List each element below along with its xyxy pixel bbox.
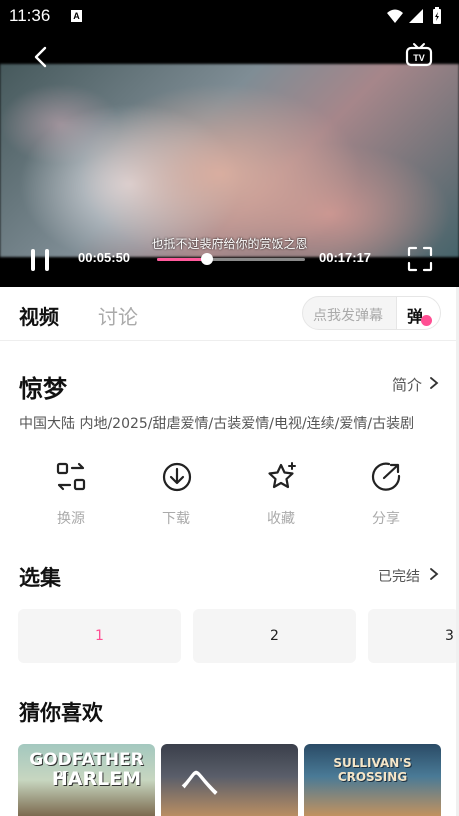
status-bar: 11:36 A (0, 0, 459, 34)
video-subtitle: 也抵不过裴府给你的赏饭之恩 (151, 237, 308, 251)
tab-bar: 视频 讨论 点我发弹幕 弹 (0, 287, 459, 341)
recommend-poster[interactable]: GODFATHER OF HARLEM (18, 744, 155, 816)
pause-icon[interactable] (26, 247, 54, 273)
share-icon (371, 462, 401, 491)
episode-item[interactable]: 1 (18, 609, 181, 663)
tv-cast-icon[interactable]: TV (404, 42, 434, 70)
download-button[interactable]: 下载 (141, 458, 211, 528)
video-player[interactable]: TV 也抵不过裴府给你的赏饭之恩 00:05:50 00:17:17 (0, 34, 459, 287)
intro-link[interactable]: 简介 (392, 374, 422, 395)
episode-item[interactable]: 2 (193, 609, 356, 663)
video-frame[interactable] (0, 64, 459, 257)
danmu-input[interactable]: 点我发弹幕 (313, 305, 383, 325)
wifi-icon (387, 9, 403, 23)
poster-title-line: SULLIVAN'S CROSSING (333, 756, 412, 784)
episode-item[interactable]: 3 (368, 609, 459, 663)
chevron-right-icon[interactable] (428, 376, 440, 390)
progress-fill (157, 258, 207, 261)
tab-video[interactable]: 视频 (19, 301, 59, 330)
back-icon[interactable] (28, 44, 54, 70)
action-label: 下载 (162, 511, 190, 527)
tab-discussion[interactable]: 讨论 (98, 301, 138, 330)
download-icon (162, 462, 192, 492)
status-time: 11:36 (9, 6, 51, 25)
action-label: 换源 (57, 511, 85, 527)
danmu-toggle-button[interactable]: 弹 (396, 297, 440, 329)
chevron-right-icon[interactable] (428, 567, 440, 581)
switch-source-button[interactable]: 换源 (36, 458, 106, 528)
switch-source-icon (56, 462, 86, 491)
favorite-icon (268, 462, 296, 489)
poster-title-line: GODFATHER (29, 750, 144, 770)
progress-bar[interactable] (157, 253, 305, 265)
recommend-poster[interactable]: へ (161, 744, 298, 816)
notification-icon: A (71, 10, 82, 22)
fullscreen-icon[interactable] (406, 245, 434, 273)
show-title: 惊梦 (19, 375, 67, 403)
recommend-poster[interactable]: SULLIVAN'S CROSSING (304, 744, 441, 816)
poster-title-line: HARLEM (51, 768, 142, 790)
episodes-title: 选集 (19, 566, 61, 590)
favorite-button[interactable]: 收藏 (246, 458, 316, 528)
system-status-icons (387, 7, 441, 24)
danmu-toggle-label: 弹 (407, 307, 424, 326)
danmu-on-indicator (421, 315, 432, 326)
danmu-box[interactable]: 点我发弹幕 弹 (302, 296, 441, 330)
poster-title-line: へ (179, 760, 220, 806)
total-time: 00:17:17 (319, 250, 372, 265)
progress-knob[interactable] (200, 253, 213, 265)
svg-text:TV: TV (413, 53, 425, 63)
share-button[interactable]: 分享 (351, 458, 421, 528)
signal-icon (409, 9, 423, 23)
current-time: 00:05:50 (78, 250, 131, 265)
recommend-title: 猜你喜欢 (19, 701, 103, 725)
episodes-status-link[interactable]: 已完结 (378, 566, 420, 586)
action-label: 分享 (372, 511, 400, 527)
action-label: 收藏 (267, 511, 295, 527)
show-meta: 中国大陆 内地/2025/甜虐爱情/古装爱情/电视/连续/爱情/古装剧 (19, 416, 415, 432)
